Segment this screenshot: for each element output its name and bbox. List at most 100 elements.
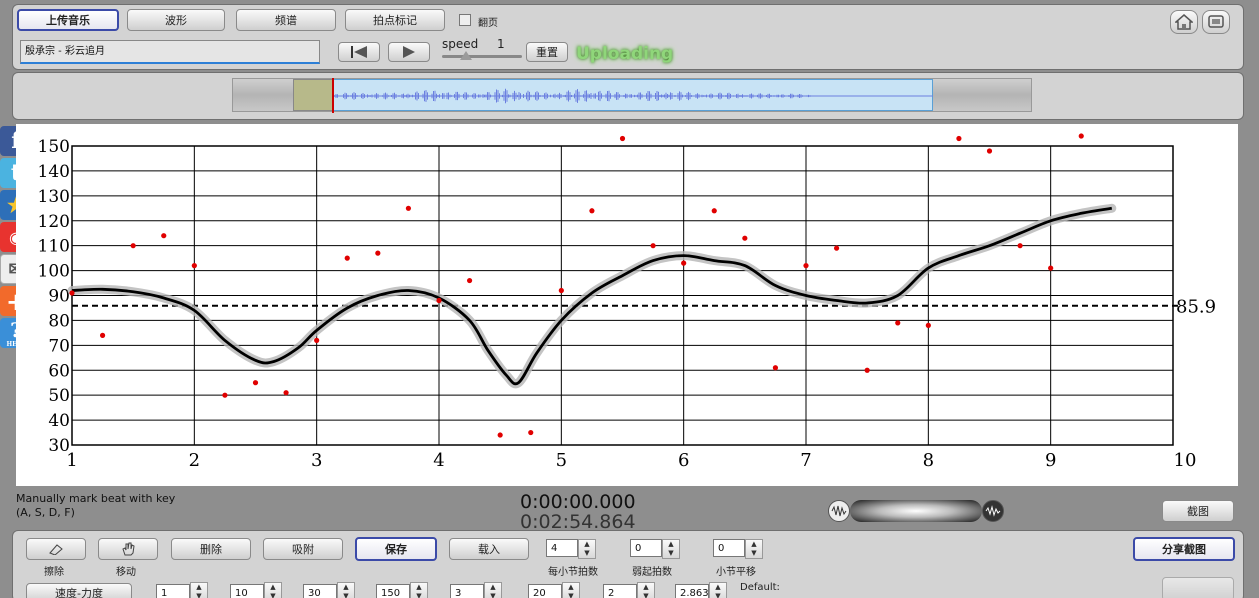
- chart-param-input[interactable]: 10: [230, 584, 264, 598]
- skip-to-start-button[interactable]: [338, 42, 380, 62]
- beat-tempo-point: [833, 245, 840, 251]
- waveform-graph: [332, 88, 933, 104]
- playhead-marker[interactable]: [332, 78, 334, 113]
- x-tick-label: 7: [800, 450, 811, 471]
- song-title-field[interactable]: 殷承宗 - 彩云追月: [20, 40, 320, 64]
- beat-tempo-point: [619, 135, 626, 142]
- beat-tempo-point: [650, 243, 656, 249]
- y-tick-label: 100: [38, 262, 70, 282]
- speed-slider-track[interactable]: [442, 55, 522, 58]
- y-tick-label: 130: [38, 187, 70, 207]
- fullscreen-button[interactable]: [1202, 10, 1230, 34]
- x-tick-label: 9: [1045, 450, 1056, 471]
- beat-tempo-point: [436, 297, 442, 304]
- beat-tempo-point: [986, 148, 993, 154]
- waveform-tab-button[interactable]: 波形: [127, 9, 225, 31]
- beat-tempo-point: [558, 287, 564, 294]
- pickup-beats-input[interactable]: 0: [630, 539, 662, 557]
- eraser-icon: [49, 544, 63, 555]
- default-label: Default:: [740, 582, 780, 593]
- chart-param-stepper[interactable]: ▲ ▼: [337, 582, 355, 598]
- y-tick-label: 90: [48, 287, 70, 307]
- chart-param-input[interactable]: 1: [156, 584, 190, 598]
- screenshot-button[interactable]: 截图: [1162, 500, 1234, 522]
- disabled-ok-button[interactable]: [1162, 577, 1234, 598]
- beat-tempo-point: [864, 367, 870, 373]
- snap-button[interactable]: 吸附: [263, 538, 343, 560]
- chart-param-input[interactable]: 30: [303, 584, 337, 598]
- tempo-chart[interactable]: 30 40 50 60 70 80 90 100 110 120 130 140 150 1 2 3 4 5 6 7 8…: [16, 124, 1238, 486]
- home-icon: [1175, 14, 1193, 30]
- screen-icon: [1208, 15, 1224, 28]
- beat-tempo-point: [99, 332, 106, 338]
- tempo-dynamics-button[interactable]: 速度-力度: [26, 583, 132, 598]
- beat-tempo-point: [130, 243, 136, 249]
- beat-tempo-point: [589, 208, 595, 214]
- skip-back-icon: [351, 46, 367, 58]
- waveform-overview[interactable]: [232, 78, 1032, 113]
- x-tick-label: 6: [678, 450, 689, 471]
- beat-tempo-point: [344, 255, 350, 261]
- play-button[interactable]: [388, 42, 430, 62]
- chart-param-stepper[interactable]: ▲ ▼: [484, 582, 502, 598]
- chart-param-stepper[interactable]: ▲ ▼: [709, 582, 727, 598]
- beat-tempo-point: [405, 205, 412, 211]
- average-tempo-label: 85.9: [1176, 297, 1216, 318]
- x-tick-label: 8: [923, 450, 934, 471]
- upload-status: Uploading: [576, 44, 674, 64]
- chart-param-input[interactable]: 3: [450, 584, 484, 598]
- instructions-line2: (A, S, D, F): [16, 506, 75, 519]
- delete-button[interactable]: 删除: [171, 538, 251, 560]
- chart-param-stepper[interactable]: ▲ ▼: [264, 582, 282, 598]
- bar-shift-stepper[interactable]: ▲ ▼: [745, 539, 763, 559]
- chart-param-input[interactable]: 150: [376, 584, 410, 598]
- beat-tempo-point: [925, 322, 931, 328]
- volume-control[interactable]: [828, 498, 1004, 522]
- chart-param-input[interactable]: 2.863: [675, 584, 709, 598]
- trend-confidence-band: [67, 203, 1117, 389]
- beat-tempo-point: [711, 208, 717, 214]
- speed-slider-thumb[interactable]: [460, 51, 472, 60]
- beat-tempo-point: [283, 390, 289, 396]
- x-tick-label: 5: [556, 450, 567, 471]
- beat-tempo-point: [956, 135, 962, 142]
- beat-tempo-point: [252, 380, 259, 386]
- chart-param-input[interactable]: 2: [603, 584, 637, 598]
- play-icon: [403, 46, 415, 58]
- beats-per-bar-input[interactable]: 4: [546, 539, 578, 557]
- chart-param-stepper[interactable]: ▲ ▼: [562, 582, 580, 598]
- share-screenshot-button[interactable]: 分享截图: [1133, 537, 1235, 561]
- page-turn-checkbox[interactable]: [459, 14, 471, 26]
- volume-slider[interactable]: [850, 500, 982, 522]
- x-tick-label: 4: [433, 450, 444, 471]
- beats-per-bar-stepper[interactable]: ▲ ▼: [578, 539, 596, 559]
- y-tick-label: 80: [48, 311, 70, 331]
- chart-param-stepper[interactable]: ▲ ▼: [190, 582, 208, 598]
- beat-tempo-point: [161, 233, 167, 239]
- page-turn-label: 翻页: [478, 18, 498, 29]
- beat-tempo-point: [742, 235, 748, 241]
- spectrum-tab-button[interactable]: 频谱: [236, 9, 336, 31]
- home-button[interactable]: [1170, 10, 1198, 34]
- pickup-beats-stepper[interactable]: ▲ ▼: [662, 539, 680, 559]
- upload-music-button[interactable]: 上传音乐: [17, 9, 119, 31]
- instructions-line1: Manually mark beat with key: [16, 492, 176, 505]
- y-tick-label: 150: [38, 137, 70, 157]
- move-tool-button[interactable]: [98, 538, 158, 560]
- bar-shift-input[interactable]: 0: [713, 539, 745, 557]
- erase-tool-button[interactable]: [26, 538, 86, 560]
- y-tick-label: 140: [38, 162, 70, 182]
- load-button[interactable]: 载入: [449, 538, 529, 560]
- reset-button[interactable]: 重置: [526, 42, 568, 62]
- chart-param-input[interactable]: 20: [528, 584, 562, 598]
- chart-param-stepper[interactable]: ▲ ▼: [637, 582, 655, 598]
- chart-param-stepper[interactable]: ▲ ▼: [410, 582, 428, 598]
- x-tick-label: 10: [1174, 450, 1197, 471]
- beat-tempo-point: [314, 337, 320, 343]
- pickup-beats-label: 弱起拍数: [632, 567, 672, 578]
- y-tick-label: 50: [48, 386, 70, 406]
- beat-mark-tab-button[interactable]: 拍点标记: [345, 9, 445, 31]
- waveform-mode-icon[interactable]: [828, 500, 850, 522]
- save-button[interactable]: 保存: [355, 537, 437, 561]
- volume-icon[interactable]: [982, 500, 1004, 522]
